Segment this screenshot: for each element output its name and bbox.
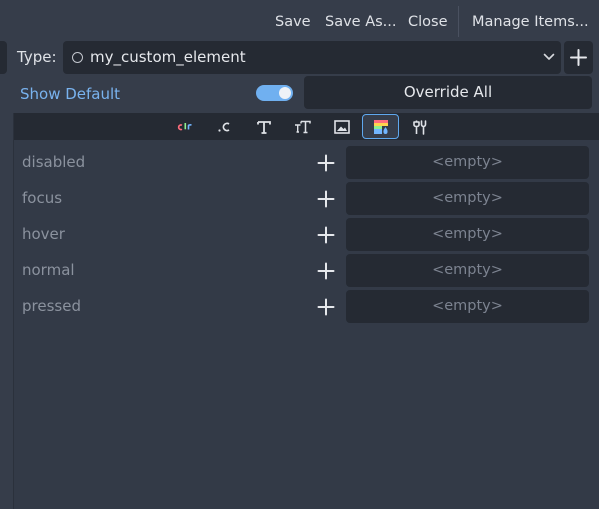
add-item-icon[interactable] [316,189,336,209]
plus-icon [570,49,587,66]
save-button[interactable]: Save [275,11,311,33]
color-icon [177,122,192,130]
manage-items-button[interactable]: Manage Items... [472,11,589,33]
list-item: pressed <empty> [14,290,599,323]
tab-type[interactable] [401,114,438,139]
stylebox-icon [373,119,388,134]
chevron-down-icon [543,53,555,60]
close-button[interactable]: Close [408,11,448,33]
item-name: normal [22,261,75,279]
top-toolbar: Save Save As... Close Manage Items... [0,0,599,42]
tab-fonts[interactable] [245,114,282,139]
override-all-button[interactable]: Override All [304,76,592,109]
data-type-tabs [14,113,599,140]
add-item-icon[interactable] [316,225,336,245]
texture-icon [333,119,350,134]
show-default-toggle[interactable] [256,85,293,101]
type-label: Type: [17,48,57,66]
constant-icon [217,122,229,132]
list-item: hover <empty> [14,218,599,251]
stylebox-value-field[interactable]: <empty> [346,218,589,251]
stylebox-value-field[interactable]: <empty> [346,290,589,323]
theme-editor: Save Save As... Close Manage Items... Ty… [0,0,599,509]
save-as-button[interactable]: Save As... [325,11,397,33]
item-name: pressed [22,297,81,315]
add-item-icon[interactable] [316,261,336,281]
tab-font-sizes[interactable] [284,114,321,139]
list-item: focus <empty> [14,182,599,215]
add-item-icon[interactable] [316,297,336,317]
item-name: hover [22,225,65,243]
stylebox-value-field[interactable]: <empty> [346,182,589,215]
toolbar-separator [458,6,459,37]
font-icon [256,120,271,134]
type-dropdown[interactable]: my_custom_element [63,41,561,74]
add-type-button[interactable] [564,41,593,74]
stylebox-value-field[interactable]: <empty> [346,146,589,179]
tab-constants[interactable] [205,114,242,139]
list-item: disabled <empty> [14,146,599,179]
side-panel-edge [0,41,7,74]
tab-styleboxes[interactable] [362,114,399,139]
stylebox-value-field[interactable]: <empty> [346,254,589,287]
type-value: my_custom_element [90,48,246,66]
list-item: normal <empty> [14,254,599,287]
theme-items-panel: disabled <empty> focus <empty> hover <em… [13,113,599,509]
tab-colors[interactable] [167,114,204,139]
font-size-icon [295,120,311,134]
add-item-icon[interactable] [316,153,336,173]
node-icon [72,52,83,63]
toggle-knob [279,87,291,99]
item-name: disabled [22,153,86,171]
theme-type-icon [412,119,426,135]
item-name: focus [22,189,63,207]
tab-icons[interactable] [323,114,360,139]
show-default-label[interactable]: Show Default [20,85,120,103]
